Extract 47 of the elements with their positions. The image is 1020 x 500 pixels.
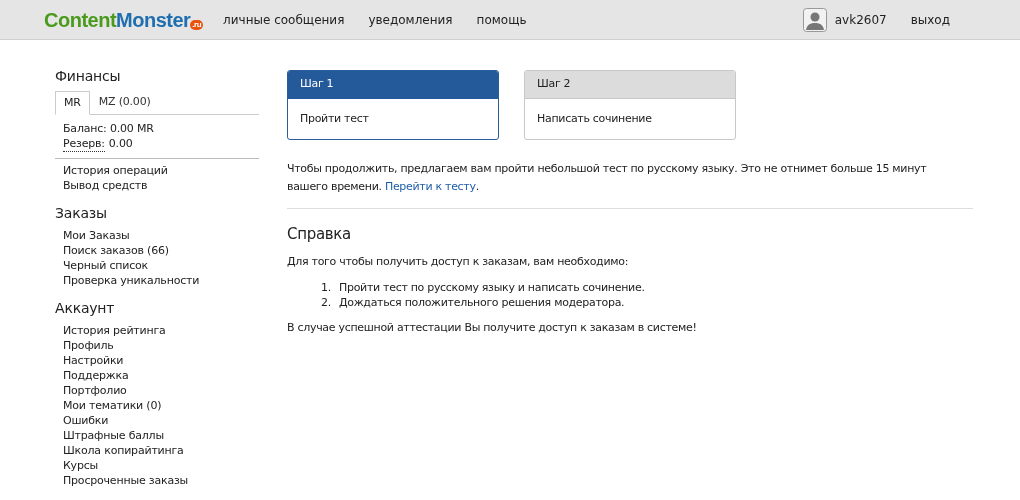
help-heading: Справка	[287, 224, 352, 245]
nav-link[interactable]: уведомления	[368, 10, 453, 29]
tab[interactable]: MR	[55, 91, 90, 115]
username[interactable]: avk2607	[834, 10, 887, 29]
list-number: 1.	[321, 280, 332, 295]
section-heading: Финансы	[55, 67, 122, 86]
avatar-icon	[802, 7, 827, 32]
intro-paragraph: Чтобы продолжить, предлагаем вам пройти небольшой тест по русскому языку. Это не отнимет больше 15 минут вашего времени. Перейти к тесту.	[287, 161, 928, 195]
help-text: Для того чтобы получить доступ к заказам, вам необходимо:	[287, 253, 630, 270]
logo[interactable]: ContentMonster.ru	[44, 9, 204, 30]
step-text: Пройти тест	[299, 111, 370, 127]
step-text: Написать сочинение	[536, 111, 653, 127]
sidebar-link[interactable]: Настройки	[63, 353, 124, 368]
sidebar-link[interactable]: История операций	[63, 163, 168, 178]
sidebar-link[interactable]: Проверка уникальности	[63, 273, 200, 288]
logout-link[interactable]: выход	[910, 10, 950, 29]
test-link[interactable]: Перейти к тесту	[384, 180, 476, 193]
sidebar-link[interactable]: Вывод средств	[63, 178, 148, 193]
sidebar-link[interactable]: Портфолио	[63, 383, 127, 398]
list-item: Дождаться положительного решения модератора.	[339, 295, 625, 310]
section-heading: Аккаунт	[55, 299, 116, 318]
sidebar-link[interactable]: Курсы	[63, 458, 99, 473]
sidebar-link[interactable]: Просроченные заказы	[63, 473, 189, 488]
nav-link[interactable]: помощь	[476, 10, 527, 29]
tab[interactable]: MZ (0.00)	[89, 91, 160, 114]
help-text: В случае успешной аттестации Вы получите доступ к заказам в системе!	[287, 320, 698, 336]
sidebar-link[interactable]: Мои Заказы	[63, 228, 130, 243]
sidebar-link[interactable]: Черный список	[63, 258, 149, 273]
sidebar-link[interactable]: Профиль	[63, 338, 114, 353]
list-item: Пройти тест по русскому языку и написать сочинение.	[339, 280, 645, 295]
sidebar-link[interactable]: Поддержка	[63, 368, 129, 383]
reserve-value: 0.00	[108, 136, 133, 152]
section-heading: Заказы	[55, 204, 108, 223]
sidebar-link[interactable]: Мои тематики (0)	[63, 398, 162, 413]
step-header: Шаг 1	[288, 71, 498, 99]
step-card[interactable]: Шаг 1 Пройти тест	[287, 70, 499, 140]
sidebar-link[interactable]: Ошибки	[63, 413, 109, 428]
balance-text: Баланс: 0.00 MR	[63, 121, 155, 136]
sidebar-link[interactable]: Поиск заказов (66)	[63, 243, 169, 258]
reserve-label[interactable]: Резерв:	[63, 136, 105, 152]
step-card[interactable]: Шаг 2 Написать сочинение	[524, 70, 736, 140]
step-header: Шаг 2	[525, 71, 735, 99]
list-number: 2.	[321, 295, 332, 310]
nav-link[interactable]: личные сообщения	[223, 10, 345, 29]
sidebar-link[interactable]: Школа копирайтинга	[63, 443, 184, 458]
sidebar-link[interactable]: История рейтинга	[63, 323, 166, 338]
sidebar-link[interactable]: Штрафные баллы	[63, 428, 164, 443]
